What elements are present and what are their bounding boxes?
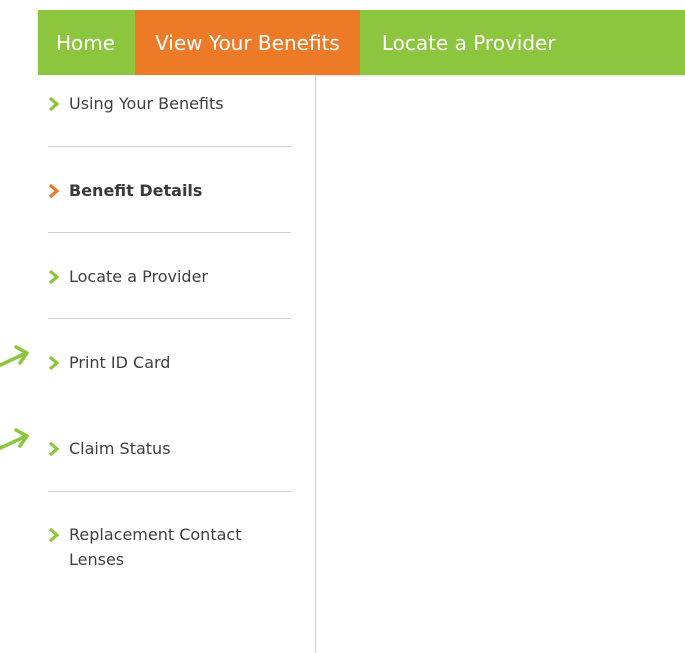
sidebar-item-print-id-card[interactable]: Print ID Card <box>48 353 291 375</box>
sidebar-item-label: Print ID Card <box>69 353 171 372</box>
chevron-right-icon <box>48 442 60 456</box>
nav-tab-locate-a-provider[interactable]: Locate a Provider <box>360 10 556 75</box>
nav-tab-label: View Your Benefits <box>155 30 340 55</box>
chevron-right-icon <box>48 356 60 370</box>
sidebar-item-benefit-details[interactable]: Benefit Details <box>48 181 291 203</box>
sidebar-divider <box>48 318 291 319</box>
sidebar-item-label: Claim Status <box>69 439 171 458</box>
sidebar-nav: Using Your Benefits Benefit Details Loca… <box>38 75 316 653</box>
chevron-right-icon <box>48 528 60 542</box>
sidebar-divider <box>48 232 291 233</box>
annotation-arrow-icon <box>0 345 29 368</box>
sidebar-item-label: Locate a Provider <box>69 267 208 286</box>
nav-tab-home[interactable]: Home <box>38 10 135 75</box>
sidebar-item-using-your-benefits[interactable]: Using Your Benefits <box>48 94 291 116</box>
chevron-right-icon <box>48 270 60 284</box>
sidebar-item-label: Replacement Contact Lenses <box>69 525 242 569</box>
sidebar-item-label: Using Your Benefits <box>69 94 224 113</box>
sidebar-item-claim-status[interactable]: Claim Status <box>48 439 291 461</box>
chevron-right-icon <box>48 97 60 111</box>
annotation-arrow-icon <box>0 428 29 451</box>
sidebar-divider <box>48 491 291 492</box>
nav-tab-label: Locate a Provider <box>381 30 556 55</box>
sidebar-divider <box>48 146 291 147</box>
page: Home View Your Benefits Locate a Provide… <box>0 0 685 653</box>
top-nav-bar: Home View Your Benefits Locate a Provide… <box>38 10 685 75</box>
sidebar-item-label: Benefit Details <box>69 181 203 200</box>
nav-tab-label: Home <box>56 30 116 55</box>
chevron-right-icon <box>48 184 60 198</box>
nav-tab-view-your-benefits[interactable]: View Your Benefits <box>135 10 360 75</box>
sidebar-item-locate-a-provider[interactable]: Locate a Provider <box>48 267 291 289</box>
sidebar-item-replacement-contact-lenses[interactable]: Replacement Contact Lenses <box>48 525 291 572</box>
